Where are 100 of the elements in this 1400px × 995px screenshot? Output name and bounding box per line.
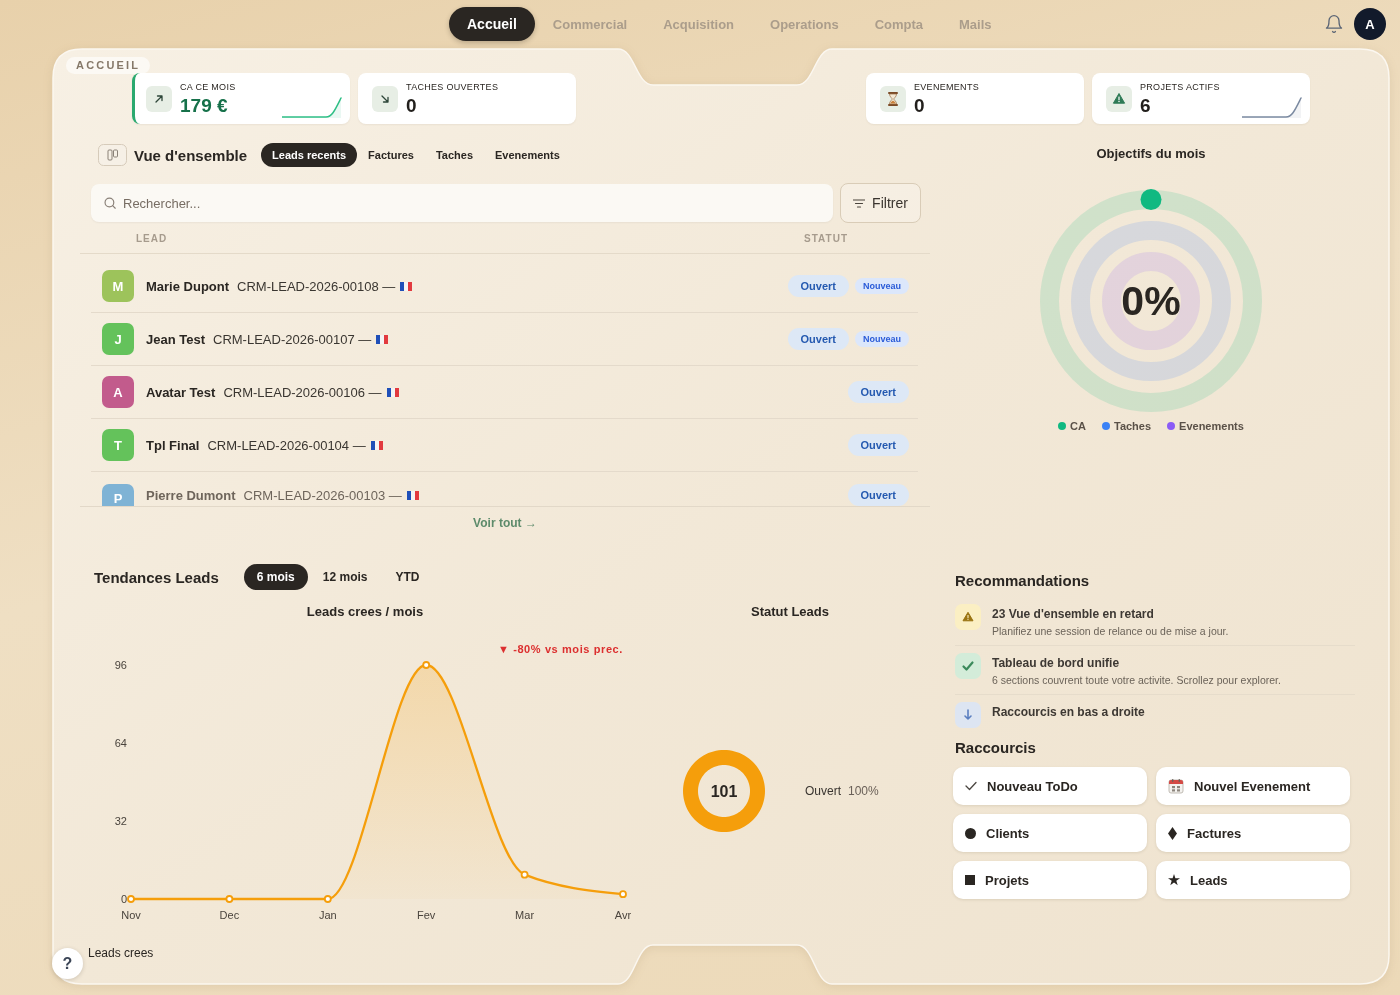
flag-icon (406, 491, 419, 500)
x-axis-label: Fev (417, 909, 436, 921)
user-avatar[interactable]: A (1354, 8, 1386, 40)
chart-title: Statut Leads (750, 604, 830, 620)
kpi-value: 6 (1140, 94, 1152, 116)
status-badge: Ouvert (847, 434, 909, 456)
flag-icon (400, 281, 413, 291)
y-axis-label: 96 (114, 659, 127, 671)
section-tab[interactable]: Factures (357, 143, 425, 167)
chart-title: Leads crees / mois (305, 604, 425, 620)
period-tab[interactable]: YTD (382, 564, 433, 590)
section-tab[interactable]: Evenements (484, 143, 571, 167)
lead-avatar: T (102, 429, 134, 461)
recommendation-title: Raccourcis en bas a droite (992, 705, 1145, 719)
recommendation-title: 23 Vue d'ensemble en retard (992, 607, 1155, 621)
shortcut-button[interactable]: Leads (1156, 861, 1350, 899)
kpi-label: PROJETS ACTIFS (1140, 81, 1220, 93)
lead-name: Pierre Dumont (146, 488, 236, 503)
board-icon (98, 144, 127, 166)
hourglass-icon (880, 85, 906, 112)
data-point (323, 895, 332, 903)
section-tab[interactable]: Leads recents (261, 143, 358, 167)
filter-button[interactable]: Filtrer (840, 183, 921, 223)
shortcut-button[interactable]: Projets (953, 861, 1147, 899)
lead-avatar: J (102, 323, 134, 355)
shortcut-button[interactable]: Factures (1156, 814, 1350, 852)
data-point (127, 895, 135, 903)
legend-label: Leads crees (88, 946, 154, 960)
lead-reference: CRM-LEAD-2026-00106 — (223, 384, 382, 400)
lead-reference: CRM-LEAD-2026-00107 — (213, 331, 372, 347)
kpi-label: EVENEMENTS (914, 81, 979, 93)
kpi-value: 0 (406, 94, 418, 116)
nav-tab[interactable]: Accueil (449, 7, 535, 41)
data-point (619, 890, 627, 899)
legend-label: Taches (1114, 420, 1152, 432)
status-badge: Ouvert (787, 275, 849, 297)
diamond-icon (1168, 826, 1177, 840)
lead-avatar: P (102, 484, 134, 506)
arrow-down-icon (955, 702, 981, 728)
search-icon (103, 196, 117, 210)
center-value: 0% (1121, 278, 1181, 324)
recommendation-text: 6 sections couvrent toute votre activite. Scrollez pour explorer. (992, 674, 1281, 687)
column-header: LEAD (136, 233, 168, 245)
star-icon (1168, 874, 1180, 886)
section-tab[interactable]: Taches (424, 143, 484, 167)
warning-icon (955, 604, 981, 630)
legend-value: 100% (848, 784, 879, 798)
flag-icon (376, 334, 389, 344)
tag-badge: Nouveau (855, 278, 909, 294)
legend-label: CA (1070, 420, 1086, 432)
arrow-down-right-icon (372, 85, 398, 112)
lead-avatar: A (102, 376, 134, 408)
lead-name: Tpl Final (146, 437, 200, 453)
shortcut-button[interactable]: Nouveau ToDo (953, 767, 1147, 805)
tag-badge: Nouveau (855, 331, 909, 347)
lead-reference: CRM-LEAD-2026-00108 — (237, 278, 396, 294)
data-point (225, 895, 234, 903)
kpi-value: 0 (914, 94, 926, 116)
donut-total: 101 (710, 783, 738, 800)
square-icon (965, 875, 975, 885)
warning-icon (1106, 85, 1132, 112)
check-icon (955, 653, 981, 679)
shortcut-button[interactable]: Nouvel Evenement (1156, 767, 1350, 805)
x-axis-label: Nov (121, 909, 141, 921)
lead-name: Avatar Test (146, 384, 216, 400)
section-title: Tendances Leads (94, 568, 219, 586)
flag-icon (386, 387, 399, 397)
x-axis-label: Mar (515, 909, 535, 921)
recommendation-text: Planifiez une session de relance ou de mise a jour. (992, 625, 1229, 638)
recommendation-title: Tableau de bord unifie (992, 656, 1121, 670)
filter-icon (853, 198, 866, 208)
y-axis-label: 64 (114, 737, 127, 749)
lead-name: Marie Dupont (146, 278, 230, 294)
y-axis-label: 0 (120, 893, 127, 905)
status-badge: Ouvert (847, 484, 909, 506)
lead-name: Jean Test (146, 331, 205, 347)
kpi-value: 179 € (180, 94, 229, 116)
dot-icon (965, 827, 976, 839)
check-icon (965, 781, 977, 791)
lead-reference: CRM-LEAD-2026-00103 — (243, 488, 402, 503)
search-field[interactable]: Rechercher... (91, 184, 833, 222)
period-tab[interactable]: 6 mois (243, 564, 308, 590)
lead-reference: CRM-LEAD-2026-00104 — (207, 437, 366, 453)
period-tab[interactable]: 12 mois (309, 564, 381, 590)
shortcut-button[interactable]: Clients (953, 814, 1147, 852)
kpi-label: CA CE MOIS (180, 81, 236, 93)
page-label: ACCUEIL (66, 57, 151, 74)
bell-icon[interactable] (1324, 14, 1344, 34)
data-point (422, 661, 431, 669)
legend-label: Ouvert (805, 784, 841, 798)
status-badge: Ouvert (847, 381, 909, 403)
x-axis-label: Dec (219, 909, 240, 921)
section-title: Vue d'ensemble (134, 146, 248, 164)
legend-label: Evenements (1179, 420, 1244, 432)
x-axis-label: Jan (318, 909, 337, 921)
chart-title: Objectifs du mois (1096, 146, 1206, 162)
lead-avatar: M (102, 270, 134, 302)
arrow-up-right-icon (146, 85, 172, 112)
calendar-icon (1168, 778, 1184, 794)
change-annotation: ▼ -80% vs mois prec. (498, 643, 623, 655)
